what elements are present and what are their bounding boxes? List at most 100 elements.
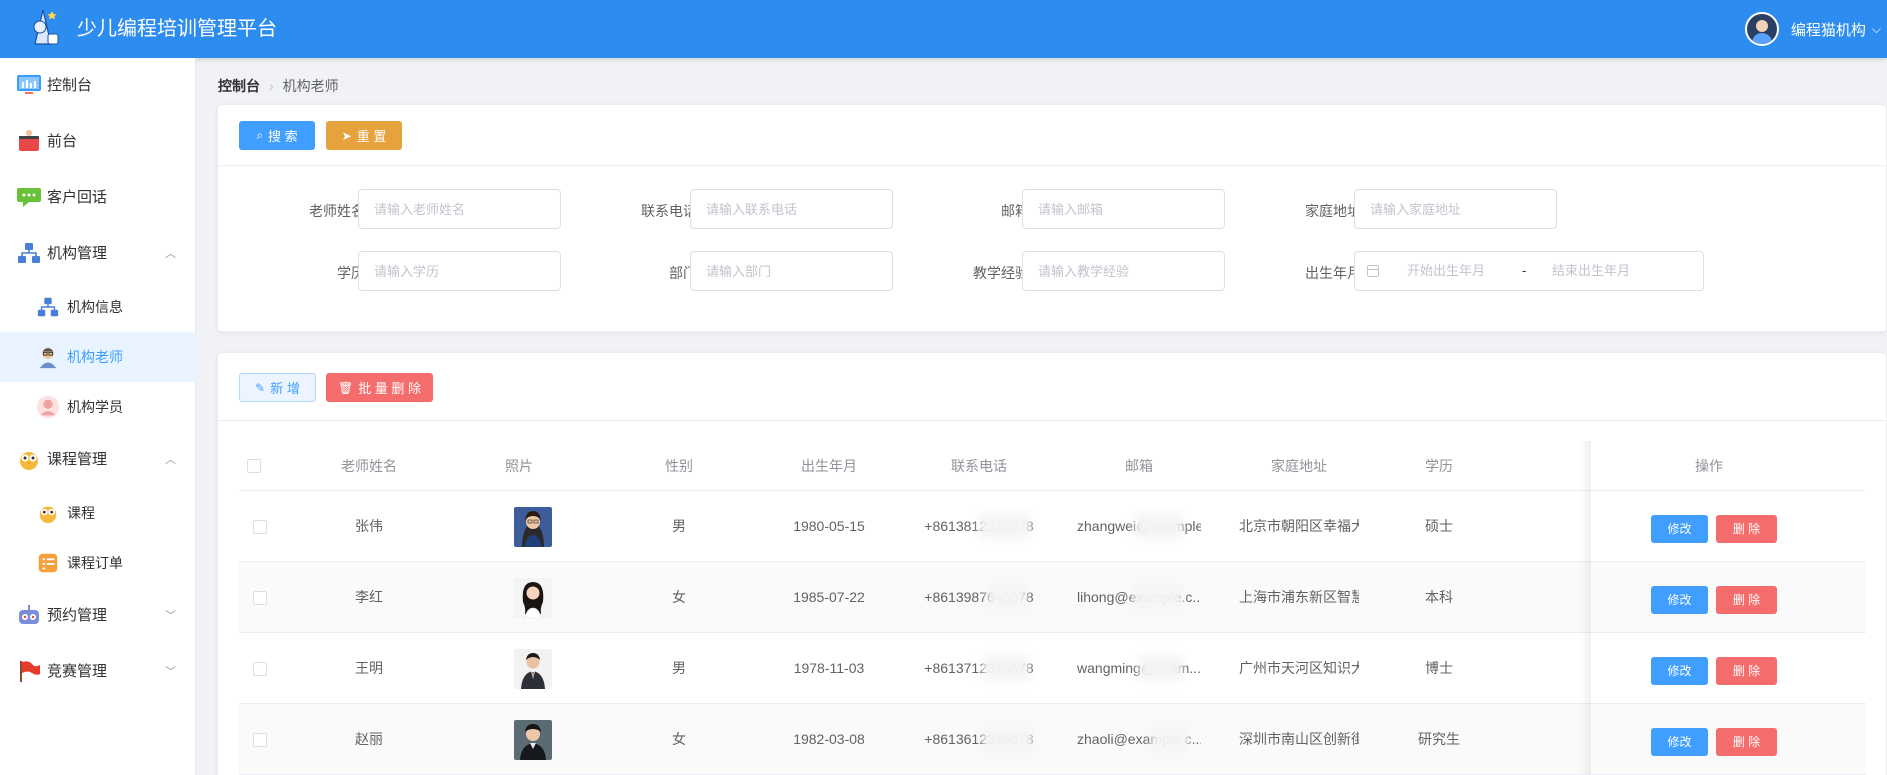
sidebar-item-reception[interactable]: 前台: [0, 114, 196, 170]
cell-gender: 男: [672, 518, 686, 534]
birth-date-range-picker[interactable]: 开始出生年月 - 结束出生年月: [1354, 251, 1704, 291]
sidebar-item-org-teachers[interactable]: 机构老师: [0, 332, 196, 382]
sidebar-item-label: 预约管理: [47, 607, 108, 624]
cell-education: 本科: [1425, 589, 1453, 605]
teacher-table: 老师姓名 照片 性别 出生年月 联系电话 邮箱 家庭地址 学历 操作 张伟 男 …: [239, 441, 1866, 775]
breadcrumb-separator-icon: ›: [269, 78, 274, 94]
col-header-address: 家庭地址: [1271, 458, 1327, 474]
cell-address: 广州市天河区知识大...: [1239, 660, 1359, 676]
order-list-icon: [38, 553, 58, 573]
table-card: ✎ 新 增 🗑 批 量 删 除 老师姓名 照片 性别 出生年月 联系电话 邮箱 家庭…: [217, 352, 1887, 775]
cell-address: 深圳市南山区创新街...: [1239, 731, 1359, 747]
table-row: 张伟 男 1980-05-15 +8613812345678 zhangwei@…: [239, 491, 1866, 562]
sidebar-item-org-students[interactable]: 机构学员: [0, 382, 196, 432]
select-all-checkbox[interactable]: [247, 459, 261, 473]
row-checkbox[interactable]: [253, 591, 267, 605]
reset-button[interactable]: ➤ 重 置: [326, 121, 402, 150]
row-checkbox[interactable]: [253, 733, 267, 747]
col-header-photo: 照片: [505, 458, 533, 474]
breadcrumb-home[interactable]: 控制台: [218, 78, 260, 94]
sidebar-item-label: 客户回话: [47, 189, 108, 206]
cell-education: 博士: [1425, 660, 1453, 676]
search-icon: ⌕: [256, 128, 264, 142]
batch-delete-button-label: 批 量 删 除: [358, 381, 422, 396]
department-input[interactable]: [690, 251, 893, 291]
email-label: 邮箱: [1001, 203, 1029, 219]
monitor-icon: [17, 75, 41, 94]
cell-education: 硕士: [1425, 518, 1453, 534]
address-input[interactable]: [1354, 189, 1557, 229]
department-label: 部门: [669, 265, 697, 281]
birth-end-input[interactable]: 结束出生年月: [1552, 252, 1630, 290]
email-input[interactable]: [1022, 189, 1225, 229]
sidebar-item-course-management[interactable]: 课程管理 ︿: [0, 432, 196, 488]
flag-icon: [20, 661, 40, 682]
teacher-photo[interactable]: [514, 507, 552, 547]
table-row: 王明 男 1978-11-03 +8613712345678 wangming@…: [239, 633, 1866, 704]
table-header: 老师姓名 照片 性别 出生年月 联系电话 邮箱 家庭地址 学历 操作: [239, 441, 1866, 491]
org-chart-icon: [37, 297, 59, 317]
edit-button[interactable]: 修改: [1651, 515, 1708, 543]
chat-bubble-icon: [17, 188, 41, 207]
delete-button[interactable]: 删 除: [1716, 728, 1777, 756]
sidebar-item-competition-management[interactable]: 竞赛管理 ﹀: [0, 644, 196, 700]
delete-button[interactable]: 删 除: [1716, 586, 1777, 614]
col-header-gender: 性别: [665, 458, 693, 474]
sidebar-item-customer-chat[interactable]: 客户回话: [0, 170, 196, 226]
chevron-down-icon: ⌵: [1871, 21, 1881, 36]
col-header-phone: 联系电话: [951, 458, 1007, 474]
privacy-blur: [983, 655, 1029, 681]
sidebar-item-course-orders[interactable]: 课程订单: [0, 538, 196, 588]
edit-icon: ✎: [255, 380, 266, 395]
sidebar-item-org-info[interactable]: 机构信息: [0, 282, 196, 332]
edit-button[interactable]: 修改: [1651, 728, 1708, 756]
top-header: 少儿编程培训管理平台 编程猫机构 ⌵: [0, 0, 1887, 58]
search-card: ⌕ 搜 索 ➤ 重 置 老师姓名 联系电话 邮箱 家庭地址 学历 部门 教学经验 出…: [217, 104, 1887, 332]
trash-icon: 🗑: [337, 380, 354, 395]
privacy-blur: [1133, 584, 1183, 610]
delete-button[interactable]: 删 除: [1716, 515, 1777, 543]
sidebar-item-booking-management[interactable]: 预约管理 ﹀: [0, 588, 196, 644]
sidebar: 控制台 前台 客户回话 机构管理 ︿ 机构信息 机构老师 机构学员 课程管理 ︿…: [0, 58, 196, 775]
sidebar-item-dashboard[interactable]: 控制台: [0, 58, 196, 114]
teacher-photo[interactable]: [514, 649, 552, 689]
experience-label: 教学经验: [973, 265, 1029, 281]
robot-icon: [19, 605, 39, 624]
sidebar-item-label: 课程: [67, 505, 95, 521]
sidebar-item-org-management[interactable]: 机构管理 ︿: [0, 226, 196, 282]
row-checkbox[interactable]: [253, 520, 267, 534]
sidebar-item-course[interactable]: 课程: [0, 488, 196, 538]
delete-button[interactable]: 删 除: [1716, 657, 1777, 685]
teacher-photo[interactable]: [514, 578, 552, 618]
sidebar-item-label: 控制台: [47, 77, 93, 94]
sidebar-item-label: 前台: [47, 133, 78, 150]
teacher-name-input[interactable]: [358, 189, 561, 229]
row-checkbox[interactable]: [253, 662, 267, 676]
teacher-photo[interactable]: [514, 720, 552, 760]
cell-name: 李红: [355, 589, 383, 605]
sidebar-item-label: 机构管理: [47, 245, 108, 262]
cell-name: 张伟: [355, 518, 383, 534]
app-title: 少儿编程培训管理平台: [77, 18, 277, 40]
phone-input[interactable]: [690, 189, 893, 229]
edit-button[interactable]: 修改: [1651, 586, 1708, 614]
privacy-blur: [1139, 655, 1183, 681]
user-menu[interactable]: 编程猫机构 ⌵: [1744, 0, 1887, 58]
education-label: 学历: [337, 265, 365, 281]
teacher-name-label: 老师姓名: [309, 203, 365, 219]
privacy-blur: [983, 726, 1033, 752]
sidebar-item-label: 竞赛管理: [47, 663, 108, 680]
batch-delete-button[interactable]: 🗑 批 量 删 除: [326, 373, 433, 402]
user-avatar: [1744, 12, 1779, 46]
edit-button[interactable]: 修改: [1651, 657, 1708, 685]
birth-range-label: 出生年月: [1305, 265, 1361, 281]
cell-education: 研究生: [1418, 731, 1460, 747]
experience-input[interactable]: [1022, 251, 1225, 291]
add-button[interactable]: ✎ 新 增: [239, 373, 316, 402]
birth-start-input[interactable]: 开始出生年月: [1407, 252, 1485, 290]
breadcrumb: 控制台 › 机构老师: [218, 76, 339, 96]
breadcrumb-current: 机构老师: [282, 78, 339, 94]
calendar-icon: [1367, 265, 1379, 277]
search-button[interactable]: ⌕ 搜 索: [239, 121, 315, 150]
education-input[interactable]: [358, 251, 561, 291]
